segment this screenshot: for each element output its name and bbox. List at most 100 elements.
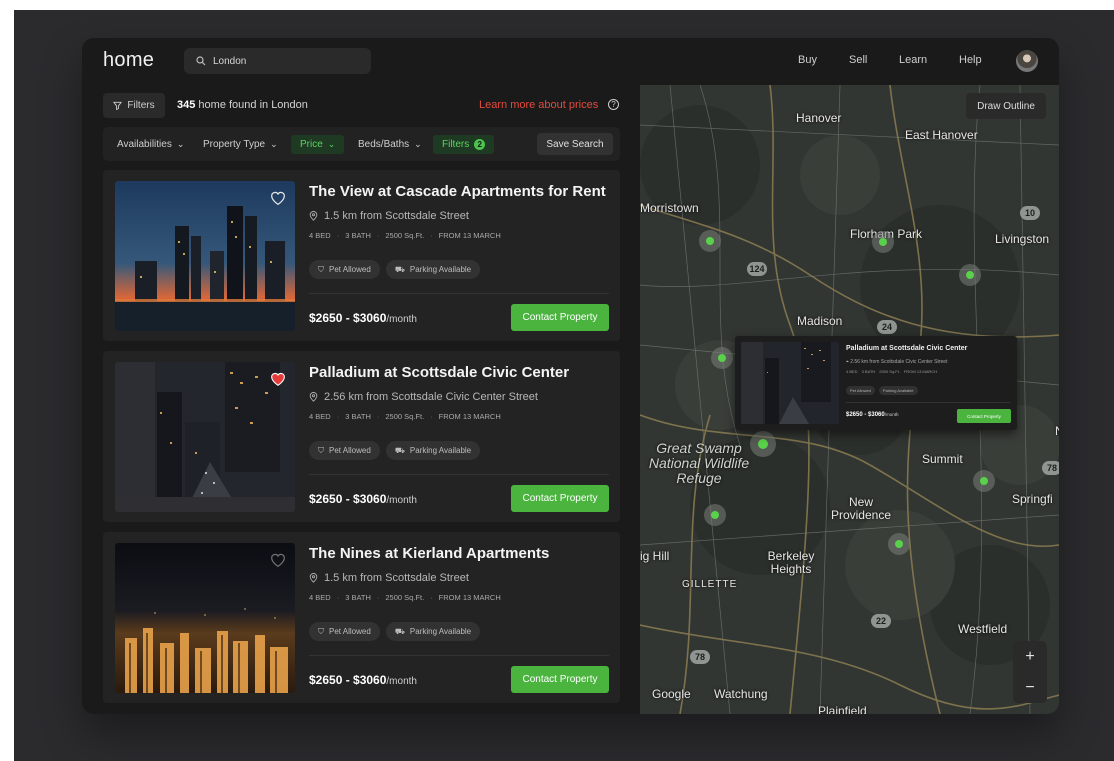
listing-title[interactable]: Palladium at Scottsdale Civic Center: [309, 364, 569, 381]
paw-icon: ⛉: [318, 264, 324, 274]
popup-photo: [741, 342, 839, 424]
available-from: FROM 13 MARCH: [903, 369, 938, 374]
contact-property-button[interactable]: Contact Property: [511, 304, 609, 331]
map-label-town: Hanover: [796, 111, 842, 125]
area: 2500 Sq.Ft.: [385, 412, 425, 421]
divider: [309, 293, 609, 294]
chevron-down-icon: ⌄: [270, 139, 278, 149]
listing-title[interactable]: The Nines at Kierland Apartments: [309, 545, 549, 562]
map-marker-selected[interactable]: [750, 431, 776, 457]
map-marker[interactable]: [872, 231, 894, 253]
nav-sell[interactable]: Sell: [849, 54, 867, 66]
avatar[interactable]: [1016, 50, 1038, 72]
contact-property-button[interactable]: Contact Property: [511, 666, 609, 693]
help-circle-icon[interactable]: ?: [608, 99, 619, 110]
map-view[interactable]: Draw Outline Hanover East Hanover Morris…: [640, 85, 1059, 714]
map-marker[interactable]: [711, 347, 733, 369]
baths: 3 BATH: [861, 369, 876, 374]
learn-more-prices-link[interactable]: Learn more about prices: [479, 99, 598, 111]
price-period: /month: [884, 412, 899, 417]
chip-label: Availabilities: [117, 139, 172, 150]
results-count: 345 home found in London: [177, 99, 308, 111]
zoom-controls: + −: [1013, 641, 1047, 703]
popup-title[interactable]: Palladium at Scottsdale Civic Center: [846, 345, 967, 352]
baths: 3 BATH: [345, 412, 371, 421]
listing-photo[interactable]: [115, 181, 295, 331]
search-box[interactable]: [184, 48, 371, 74]
chip-availabilities[interactable]: Availabilities ⌄: [117, 135, 184, 154]
chip-property-type[interactable]: Property Type ⌄: [203, 135, 278, 154]
chip-price[interactable]: Price ⌄: [291, 135, 345, 154]
chip-beds-baths[interactable]: Beds/Baths ⌄: [358, 135, 422, 154]
beds: 4 BED: [309, 412, 331, 421]
map-label-town: East Hanover: [905, 128, 978, 142]
nav-learn[interactable]: Learn: [899, 54, 927, 66]
tag-pet-allowed: ⛉ Pet Allowed: [309, 622, 380, 641]
heart-icon[interactable]: [269, 551, 287, 569]
listing-photo[interactable]: [115, 362, 295, 512]
car-icon: ⛟: [394, 445, 405, 455]
chip-filters[interactable]: Filters 2: [433, 135, 495, 154]
map-label-town: Plainfield: [818, 704, 867, 715]
tag-pet-allowed: ⛉ Pet Allowed: [309, 441, 380, 460]
listing-price: $2650 - $3060/month: [309, 311, 417, 325]
listing-location: 1.5 km from Scottsdale Street: [309, 210, 469, 222]
contact-property-button[interactable]: Contact Property: [511, 485, 609, 512]
listing-specs: 4 BED · 3 BATH · 2500 Sq.Ft. · FROM 13 MARC…: [309, 593, 501, 602]
popup-location: ⌖ 2.56 km from Scottsdale Civic Center S…: [846, 359, 947, 365]
filters-button[interactable]: Filters: [103, 93, 165, 118]
tag-pet-allowed: ⛉ Pet Allowed: [309, 260, 380, 279]
popup-contact-button[interactable]: Contact Property: [957, 409, 1011, 423]
map-label-town: Berkeley Heights: [767, 549, 815, 576]
draw-outline-button[interactable]: Draw Outline: [966, 93, 1046, 119]
listing-price: $2650 - $3060/month: [309, 673, 417, 687]
map-label-town: Summit: [922, 452, 963, 466]
map-label-wildlife: Great Swamp National Wildlife Refuge: [648, 440, 750, 486]
listing-title[interactable]: The View at Cascade Apartments for Rent: [309, 183, 606, 200]
listing-tags: ⛉ Pet Allowed ⛟ Parking Available: [309, 622, 481, 641]
price-period: /month: [386, 495, 417, 506]
route-shield: 124: [747, 262, 767, 276]
listing-card[interactable]: Palladium at Scottsdale Civic Center 2.5…: [103, 351, 620, 522]
listing-card[interactable]: The View at Cascade Apartments for Rent …: [103, 170, 620, 341]
chevron-down-icon: ⌄: [414, 139, 422, 149]
nav-help[interactable]: Help: [959, 54, 982, 66]
listing-card[interactable]: The Nines at Kierland Apartments 1.5 km …: [103, 532, 620, 703]
beds: 4 BED: [309, 231, 331, 240]
map-listing-popup[interactable]: Palladium at Scottsdale Civic Center ⌖ 2…: [735, 336, 1017, 430]
save-search-button[interactable]: Save Search: [537, 133, 613, 155]
map-marker[interactable]: [973, 470, 995, 492]
available-from: FROM 13 MARCH: [438, 412, 501, 421]
baths: 3 BATH: [345, 593, 371, 602]
map-label-town: Westfield: [958, 622, 1008, 636]
tag-label: Pet Allowed: [329, 446, 371, 455]
results-count-number: 345: [177, 99, 196, 111]
listing-location: 1.5 km from Scottsdale Street: [309, 572, 469, 584]
location-pin-icon: [309, 392, 318, 402]
map-label-town: Watchung: [714, 687, 768, 701]
map-marker[interactable]: [959, 264, 981, 286]
price-range: $2650 - $3060: [309, 492, 387, 506]
popup-location-text: 2.56 km from Scottsdale Civic Center Str…: [850, 359, 948, 365]
map-marker[interactable]: [888, 533, 910, 555]
search-input[interactable]: [213, 55, 363, 67]
heart-icon[interactable]: [269, 189, 287, 207]
location-pin-icon: [309, 211, 318, 221]
filters-count-badge: 2: [474, 139, 486, 150]
zoom-in-button[interactable]: +: [1013, 641, 1047, 672]
listing-location-text: 2.56 km from Scottsdale Civic Center Str…: [324, 391, 538, 403]
chip-label: Property Type: [203, 139, 266, 150]
route-shield: 22: [871, 614, 891, 628]
paw-icon: ⛉: [318, 626, 324, 636]
listing-photo[interactable]: [115, 543, 295, 693]
listing-location: 2.56 km from Scottsdale Civic Center Str…: [309, 391, 538, 403]
logo[interactable]: home: [103, 49, 154, 72]
map-marker[interactable]: [704, 504, 726, 526]
map-marker[interactable]: [699, 230, 721, 252]
nav-buy[interactable]: Buy: [798, 54, 817, 66]
map-label-town: Livingston: [995, 232, 1050, 246]
tag-parking: Parking Available: [878, 386, 918, 395]
zoom-out-button[interactable]: −: [1013, 672, 1047, 703]
heart-icon[interactable]: [269, 370, 287, 388]
location-pin-icon: [309, 573, 318, 583]
